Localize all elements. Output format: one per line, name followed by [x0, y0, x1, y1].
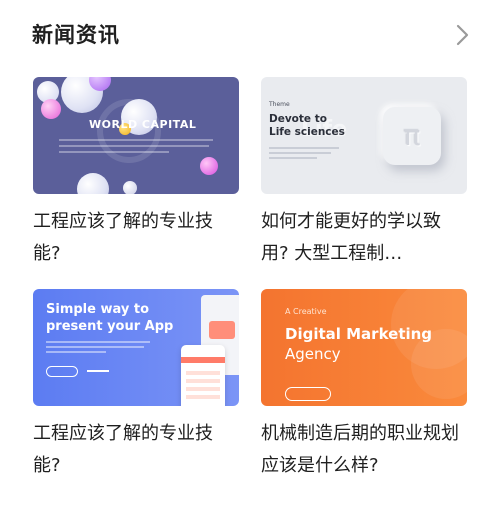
sphere-graphic [200, 157, 218, 175]
thumbnail-button [285, 387, 331, 401]
thumbnail-headline-2: Agency [285, 345, 341, 363]
news-card[interactable]: A Creative Digital Marketing Agency 机械制造… [261, 289, 467, 482]
pi-tile: π [383, 107, 441, 165]
phone-mockup [181, 345, 225, 406]
news-card[interactable]: WORLD CAPITAL 工程应该了解的专业技能? [33, 77, 239, 270]
news-card[interactable]: Simple way to present your App 工程应该了解的专业… [33, 289, 239, 482]
thumbnail-subtitle: Theme [269, 101, 290, 108]
thumbnail-headline: Simple way to present your App [46, 302, 174, 334]
sphere-graphic [41, 99, 61, 119]
thumbnail-link [87, 370, 109, 372]
pi-icon: π [403, 119, 421, 152]
news-card[interactable]: Life Theme Devote to Life sciences π 如何才… [261, 77, 467, 270]
news-thumbnail[interactable]: WORLD CAPITAL [33, 77, 239, 194]
chevron-right-icon[interactable] [452, 22, 472, 48]
news-title[interactable]: 工程应该了解的专业技能? [33, 418, 239, 482]
sphere-graphic [77, 173, 109, 194]
sphere-graphic [123, 181, 137, 194]
news-title[interactable]: 机械制造后期的职业规划应该是什么样? [261, 418, 467, 482]
news-thumbnail[interactable]: Simple way to present your App [33, 289, 239, 406]
section-header: 新闻资讯 [32, 18, 472, 54]
thumbnail-headline: WORLD CAPITAL [89, 118, 197, 131]
thumbnail-headline: Devote to Life sciences [269, 113, 345, 138]
thumbnail-subtitle: A Creative [285, 307, 327, 316]
news-thumbnail[interactable]: Life Theme Devote to Life sciences π [261, 77, 467, 194]
thumbnail-headline: Digital Marketing [285, 325, 433, 343]
news-title[interactable]: 工程应该了解的专业技能? [33, 206, 239, 270]
news-title[interactable]: 如何才能更好的学以致用? 大型工程制… [261, 206, 467, 270]
section-title: 新闻资讯 [32, 23, 120, 47]
thumbnail-button [46, 366, 78, 377]
news-thumbnail[interactable]: A Creative Digital Marketing Agency [261, 289, 467, 406]
